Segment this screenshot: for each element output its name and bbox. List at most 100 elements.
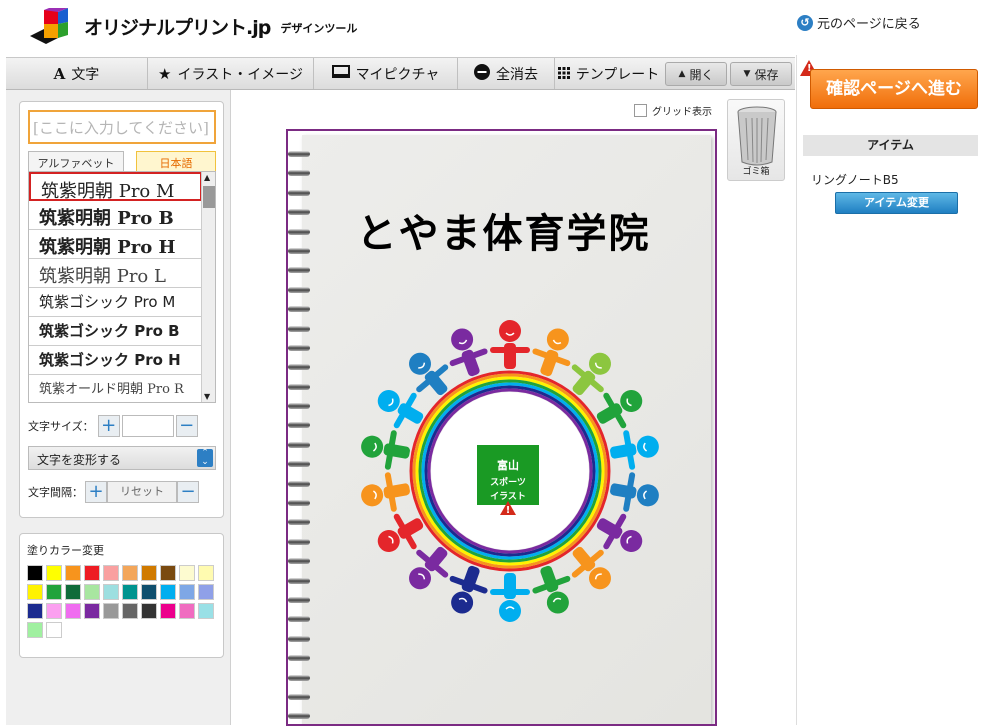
color-swatch[interactable]	[103, 603, 119, 619]
color-swatch[interactable]	[198, 603, 214, 619]
color-swatch[interactable]	[179, 584, 195, 600]
color-swatch[interactable]	[27, 622, 43, 638]
color-swatch[interactable]	[122, 565, 138, 581]
color-swatch[interactable]	[103, 584, 119, 600]
person-figure	[361, 430, 410, 470]
tab-mypicture-label: マイピクチャ	[355, 66, 440, 83]
color-swatch[interactable]	[141, 603, 157, 619]
font-item-selected[interactable]: 筑紫明朝 Pro M	[29, 172, 202, 202]
font-item[interactable]: 筑紫ゴシック Pro H	[29, 346, 202, 375]
spacing-decrease-button[interactable]: −	[177, 481, 199, 503]
font-item[interactable]: 筑紫オールド明朝 Pro R	[29, 375, 202, 402]
tab-alphabet[interactable]: アルファベット	[28, 151, 124, 171]
person-figure	[610, 472, 659, 512]
trash-button[interactable]: ゴミ箱	[727, 99, 785, 181]
clear-all-button[interactable]: 全消去	[458, 58, 555, 89]
color-swatch[interactable]	[27, 603, 43, 619]
spiral-ring	[288, 713, 310, 720]
open-button[interactable]: ▲ 開く	[665, 62, 727, 86]
canvas-area: グリッド表示 ゴミ箱 とやま体育学院 富山 スポーツ イラスト !	[231, 90, 796, 726]
color-swatch[interactable]	[122, 603, 138, 619]
font-item[interactable]: 筑紫明朝 Pro H	[29, 230, 202, 259]
font-item[interactable]: 筑紫明朝 Pro L	[29, 259, 202, 288]
font-item[interactable]: 筑紫ゴシック Pro B	[29, 317, 202, 346]
spiral-ring	[288, 189, 310, 196]
tab-text[interactable]: A 文字	[6, 58, 148, 89]
logo[interactable]: オリジナルプリント.jp デザインツール	[30, 8, 357, 44]
color-swatch[interactable]	[65, 565, 81, 581]
color-swatch[interactable]	[27, 584, 43, 600]
design-title-text[interactable]: とやま体育学院	[288, 201, 715, 259]
back-arrow-icon: ↺	[797, 14, 813, 31]
spiral-ring	[288, 383, 310, 390]
color-swatch[interactable]	[122, 584, 138, 600]
confirm-page-button[interactable]: 確認ページへ進む	[810, 69, 978, 109]
tab-mypicture[interactable]: マイピクチャ	[314, 58, 458, 89]
scroll-down-icon[interactable]: ▼	[204, 392, 210, 401]
font-item[interactable]: 筑紫明朝 Pro B	[29, 201, 202, 230]
letter-spacing-row: 文字間隔： + リセット −	[28, 481, 199, 503]
color-swatch[interactable]	[46, 603, 62, 619]
color-swatch[interactable]	[198, 565, 214, 581]
color-swatch[interactable]	[103, 565, 119, 581]
spiral-ring	[288, 461, 310, 468]
font-list: 筑紫明朝 Pro M 筑紫明朝 Pro B 筑紫明朝 Pro H 筑紫明朝 Pr…	[28, 171, 216, 403]
logo-name: オリジナルプリント.jp	[84, 16, 271, 39]
minus-circle-icon	[474, 63, 490, 84]
grid-toggle[interactable]: グリッド表示	[634, 103, 712, 118]
color-swatch[interactable]	[160, 565, 176, 581]
color-swatch[interactable]	[65, 603, 81, 619]
color-swatch[interactable]	[160, 584, 176, 600]
spacing-label: 文字間隔：	[28, 486, 83, 499]
font-size-input[interactable]	[121, 415, 174, 437]
spacing-reset-button[interactable]: リセット	[107, 481, 177, 503]
monitor-icon	[331, 64, 350, 83]
font-item[interactable]: 筑紫ゴシック Pro M	[29, 288, 202, 317]
back-link[interactable]: ↺ 元のページに戻る	[797, 13, 921, 32]
color-swatch[interactable]	[84, 584, 100, 600]
scroll-thumb[interactable]	[203, 186, 215, 208]
font-list-scrollbar[interactable]: ▲ ▼	[201, 172, 215, 402]
updown-chevron-icon: ⌃ ⌄	[197, 449, 213, 467]
tab-illust-label: イラスト・イメージ	[177, 66, 303, 83]
color-swatch[interactable]	[46, 622, 62, 638]
grid-checkbox[interactable]	[634, 104, 647, 117]
grid-icon	[557, 65, 570, 83]
back-link-label: 元のページに戻る	[817, 17, 921, 32]
text-panel: [ここに入力してください] アルファベット 日本語 筑紫明朝 Pro M 筑紫明…	[19, 101, 224, 518]
color-swatch[interactable]	[84, 565, 100, 581]
spiral-ring	[288, 500, 310, 507]
color-swatch[interactable]	[46, 565, 62, 581]
trash-icon	[737, 106, 777, 166]
color-swatch[interactable]	[27, 565, 43, 581]
save-button[interactable]: ▼ 保存	[730, 62, 792, 86]
scroll-up-icon[interactable]: ▲	[204, 173, 210, 182]
spiral-ring	[288, 403, 310, 410]
color-swatch[interactable]	[141, 584, 157, 600]
spiral-ring	[288, 577, 310, 584]
color-swatch[interactable]	[160, 603, 176, 619]
color-swatch[interactable]	[179, 603, 195, 619]
item-change-button[interactable]: アイテム変更	[835, 192, 958, 214]
spiral-ring	[288, 558, 310, 565]
color-swatch[interactable]	[198, 584, 214, 600]
tab-japanese[interactable]: 日本語	[136, 151, 216, 171]
tab-illust[interactable]: ★ イラスト・イメージ	[148, 58, 314, 89]
svg-text:スポーツ: スポーツ	[490, 476, 526, 488]
people-ring-illustration[interactable]: 富山 スポーツ イラスト !	[350, 311, 670, 631]
color-swatch[interactable]	[84, 603, 100, 619]
spacing-increase-button[interactable]: +	[85, 481, 107, 503]
spiral-ring	[288, 306, 310, 313]
font-size-decrease-button[interactable]: −	[175, 415, 198, 437]
transform-select[interactable]: 文字を変形する ⌃ ⌄	[28, 446, 216, 470]
text-input[interactable]: [ここに入力してください]	[28, 110, 216, 144]
color-swatch[interactable]	[141, 565, 157, 581]
save-label: 保存	[754, 67, 779, 82]
color-swatch[interactable]	[65, 584, 81, 600]
color-swatch[interactable]	[46, 584, 62, 600]
tab-template[interactable]: テンプレート	[555, 58, 662, 89]
color-swatch[interactable]	[179, 565, 195, 581]
font-size-increase-button[interactable]: +	[97, 415, 120, 437]
color-panel: 塗りカラー変更	[19, 533, 224, 658]
notebook-preview[interactable]: とやま体育学院 富山 スポーツ イラスト !	[286, 129, 717, 726]
